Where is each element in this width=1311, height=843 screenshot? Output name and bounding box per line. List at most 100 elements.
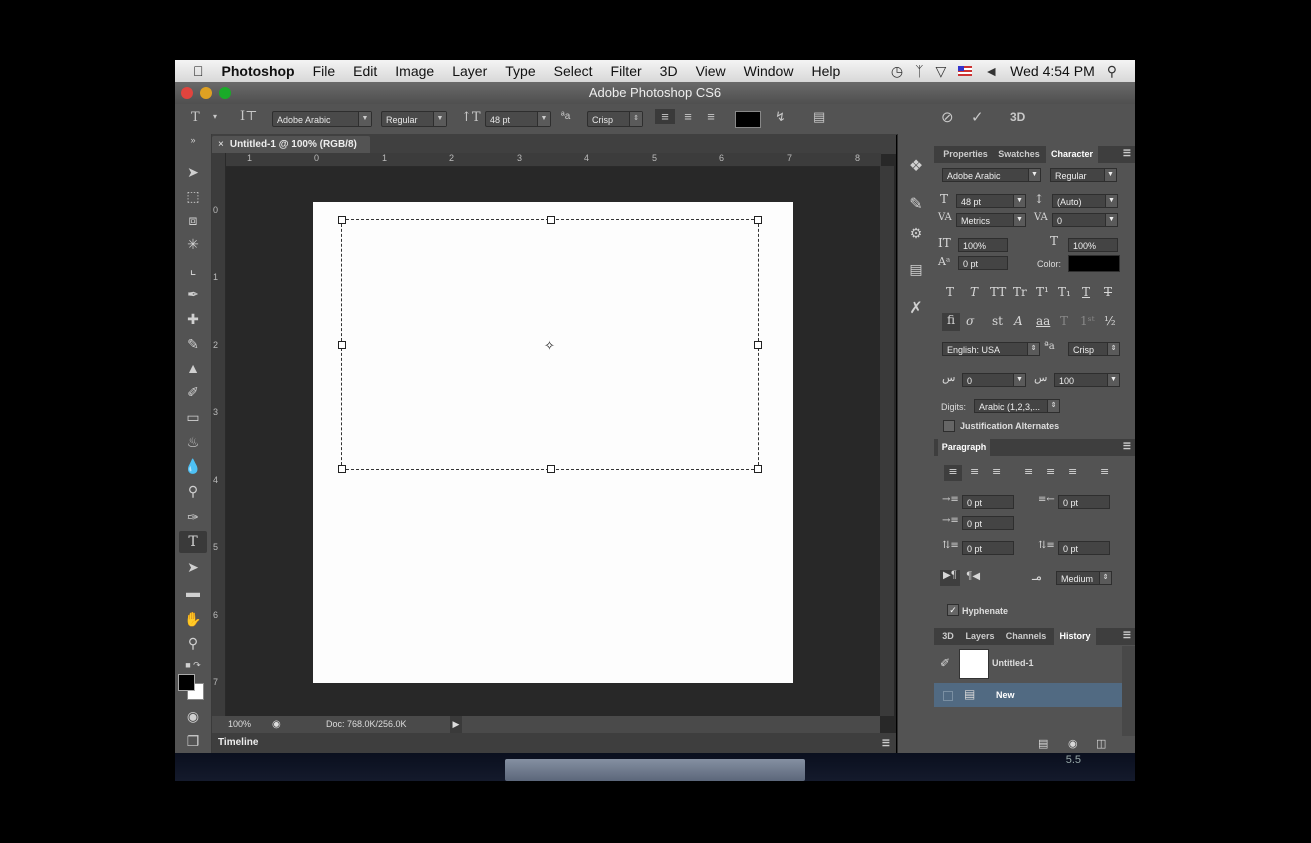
char-leading-field[interactable]: (Auto) ▼ (1052, 194, 1118, 208)
commit-edit-icon[interactable]: ✓ (971, 108, 984, 126)
kashida-insertion-select[interactable]: Medium ⇕ (1056, 571, 1112, 585)
tab-channels[interactable]: Channels (1002, 628, 1050, 645)
space-before-field[interactable]: 0 pt (962, 541, 1014, 555)
align-left-icon[interactable]: ≡ (944, 465, 962, 481)
pen-tool-icon[interactable]: ✑ (179, 506, 207, 528)
preset-dropdown-icon[interactable]: ▾ (213, 112, 217, 121)
timeline-tab[interactable]: Timeline (212, 737, 258, 748)
history-scrollbar[interactable] (1122, 646, 1135, 736)
titling-alternates-icon[interactable]: T (1060, 314, 1068, 328)
language-select[interactable]: English: USA ⇕ (942, 342, 1040, 356)
resize-handle[interactable] (338, 216, 346, 224)
eraser-tool-icon[interactable]: ▭ (179, 406, 207, 428)
wifi-icon[interactable]: ▽ (936, 63, 947, 80)
rtl-direction-icon[interactable]: ¶◀ (966, 571, 980, 582)
history-state-row[interactable]: ▤ New (934, 683, 1122, 707)
old-style-icon[interactable]: σ (966, 314, 974, 328)
tab-layers[interactable]: Layers (962, 628, 998, 645)
align-left-icon[interactable]: ≡ (655, 109, 675, 124)
time-machine-icon[interactable]: ◷ (891, 63, 903, 80)
justify-last-left-icon[interactable]: ≡ (1024, 465, 1033, 478)
align-center-icon[interactable]: ≡ (970, 465, 979, 478)
quick-mask-icon[interactable]: ◉ (179, 705, 207, 727)
menu-filter[interactable]: Filter (602, 63, 651, 79)
panel-menu-icon[interactable]: ☰ (1123, 630, 1131, 641)
resize-handle[interactable] (547, 216, 555, 224)
vertical-scrollbar[interactable] (880, 166, 894, 716)
path-selection-tool-icon[interactable]: ➤ (179, 556, 207, 578)
minimize-window-button[interactable] (200, 87, 212, 99)
clone-stamp-tool-icon[interactable]: ▲ (179, 357, 207, 379)
resize-handle[interactable] (338, 341, 346, 349)
char-tracking-field[interactable]: 0 ▼ (1052, 213, 1118, 227)
strikethrough-icon[interactable]: T (1104, 285, 1112, 299)
vertical-ruler[interactable]: 0 1 2 3 4 5 6 7 (212, 153, 226, 716)
small-caps-icon[interactable]: Tr (1013, 285, 1027, 299)
close-tab-icon[interactable]: × (212, 139, 230, 150)
horizontal-ruler[interactable]: 1 0 1 2 3 4 5 6 7 8 (225, 153, 881, 167)
history-brush-tool-icon[interactable]: ✐ (179, 381, 207, 403)
indent-right-field[interactable]: 0 pt (1058, 495, 1110, 509)
kashida-field[interactable]: 0 ▼ (962, 373, 1026, 387)
dodge-tool-icon[interactable]: ⚲ (179, 480, 207, 502)
history-brush-source-icon[interactable]: ✐ (940, 656, 950, 670)
digits-select[interactable]: Arabic (1,2,3,... ⇕ (974, 399, 1060, 413)
close-window-button[interactable] (181, 87, 193, 99)
fractions-icon[interactable]: ½ (1104, 314, 1116, 328)
create-3d-button[interactable]: 3D (1010, 110, 1025, 124)
new-snapshot-icon[interactable]: ◉ (1068, 737, 1078, 750)
underline-icon[interactable]: T (1082, 285, 1090, 299)
collapse-toolbar-icon[interactable]: » (179, 134, 207, 146)
menu-file[interactable]: File (304, 63, 345, 79)
panel-menu-icon[interactable]: ☰ (882, 733, 890, 753)
text-bounding-box[interactable]: ✧ (338, 216, 762, 473)
kashida-width-field[interactable]: 100 ▼ (1054, 373, 1120, 387)
lasso-tool-icon[interactable]: ⧈ (179, 209, 207, 231)
clock[interactable]: Wed 4:54 PM (1010, 63, 1095, 79)
type-tool-icon[interactable]: T (179, 531, 207, 553)
subscript-icon[interactable]: T₁ (1058, 285, 1071, 299)
marquee-tool-icon[interactable]: ⬚ (179, 185, 207, 207)
cancel-edit-icon[interactable]: ⊘ (941, 108, 954, 126)
menu-layer[interactable]: Layer (443, 63, 496, 79)
faux-italic-icon[interactable]: T (970, 285, 978, 299)
text-color-swatch[interactable] (735, 111, 761, 128)
align-center-icon[interactable]: ≡ (678, 109, 698, 124)
menu-view[interactable]: View (687, 63, 735, 79)
ordinals-icon[interactable]: 1ˢᵗ (1080, 314, 1095, 328)
resize-handle[interactable] (754, 341, 762, 349)
panel-menu-icon[interactable]: ☰ (1123, 148, 1131, 159)
screen-mode-icon[interactable]: ❐ (179, 730, 207, 752)
hand-tool-icon[interactable]: ✋ (179, 608, 207, 630)
reference-point-icon[interactable]: ✧ (544, 338, 555, 354)
default-colors-icon[interactable]: ■ ↷ (179, 654, 207, 676)
status-info-icon[interactable]: ◉ (272, 716, 281, 733)
toggle-text-orientation-icon[interactable]: I⊤ (240, 109, 257, 124)
zoom-tool-icon[interactable]: ⚲ (179, 632, 207, 654)
status-menu-arrow-icon[interactable]: ▶ (450, 716, 462, 733)
indent-first-line-field[interactable]: 0 pt (962, 516, 1014, 530)
antialias-select[interactable]: Crisp ⇕ (587, 111, 643, 127)
document-tab[interactable]: × Untitled-1 @ 100% (RGB/8) (212, 136, 370, 153)
trash-icon[interactable]: ◫ (1096, 737, 1106, 750)
adjustments-icon[interactable]: ⚙ (902, 222, 930, 244)
zoom-level[interactable]: 100% (228, 716, 251, 733)
brush-tool-icon[interactable]: ✎ (179, 333, 207, 355)
new-document-from-state-icon[interactable]: ▤ (1038, 737, 1048, 750)
menu-type[interactable]: Type (496, 63, 544, 79)
font-style-select[interactable]: Regular ▼ (381, 111, 447, 127)
color-panel-icon[interactable]: ❖ (902, 156, 930, 178)
char-font-style-select[interactable]: Regular ▼ (1050, 168, 1117, 182)
hyphenate-checkbox[interactable]: ✓ (947, 604, 959, 616)
stylistic-alternates-icon[interactable]: aa (1036, 314, 1050, 328)
justification-checkbox[interactable] (943, 420, 955, 432)
space-after-field[interactable]: 0 pt (1058, 541, 1110, 555)
blur-tool-icon[interactable]: 💧 (179, 455, 207, 477)
menu-edit[interactable]: Edit (344, 63, 386, 79)
menu-3d[interactable]: 3D (651, 63, 687, 79)
history-source-checkbox[interactable] (943, 691, 953, 701)
indent-left-field[interactable]: 0 pt (962, 495, 1014, 509)
dock-apps[interactable] (505, 759, 805, 781)
faux-bold-icon[interactable]: T (946, 285, 954, 299)
volume-icon[interactable]: ◄ (984, 63, 998, 79)
